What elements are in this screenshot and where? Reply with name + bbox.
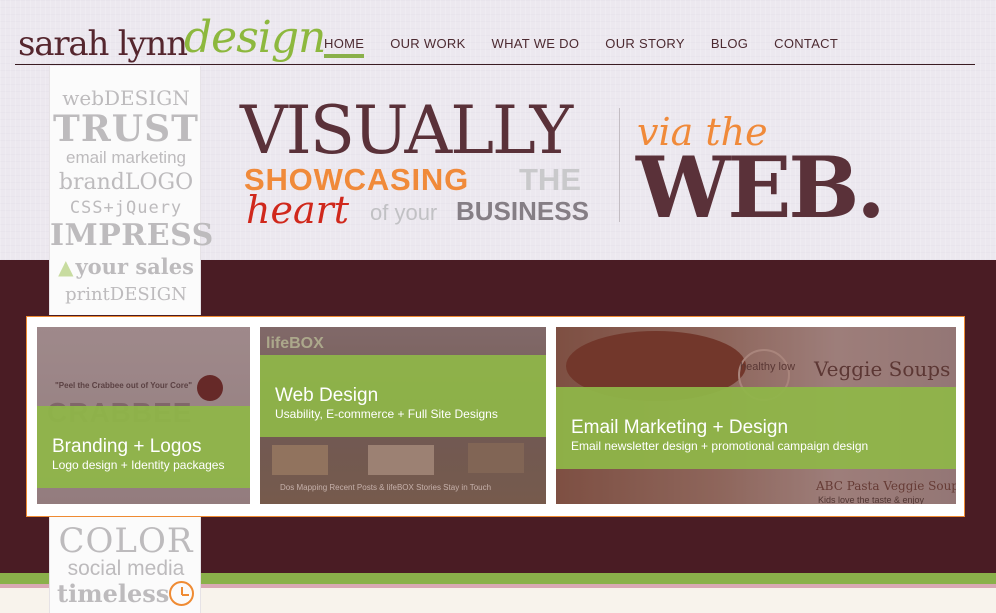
card-title: Email Marketing + Design — [571, 417, 789, 438]
tag-cloud-bottom: COLOR social media timeless — [49, 517, 201, 613]
hero-headline: VISUALLY SHOWCASING THE heart of your BU… — [240, 98, 890, 238]
hero-the: THE — [519, 162, 581, 197]
card-banner: Branding + Logos Logo design + Identity … — [37, 406, 250, 488]
nav-home[interactable]: HOME — [324, 36, 365, 58]
tag-email-marketing: email marketing — [66, 148, 186, 167]
card-subtitle: Email newsletter design + promotional ca… — [571, 439, 869, 453]
clock-icon — [169, 581, 194, 606]
hero-business: BUSINESS — [456, 196, 589, 226]
tag-cloud-top: webDESIGN TRUST email marketing brandLOG… — [49, 66, 214, 315]
nav-blog[interactable]: BLOG — [711, 36, 748, 51]
hero-heart: heart — [246, 188, 350, 232]
card-subtitle: Logo design + Identity packages — [52, 458, 225, 472]
card-title: Web Design — [275, 385, 379, 406]
services-panel: "Peel the Crabbee out of Your Core" CRAB… — [26, 316, 965, 517]
logo-script-text: design — [184, 12, 326, 63]
tag-web-design: webDESIGN — [62, 86, 190, 110]
up-arrow-icon: ▲ — [58, 255, 74, 279]
service-card-email-marketing[interactable]: healthy low Veggie Soups ABC Pasta Veggi… — [556, 327, 956, 504]
tag-your-sales-label: your sales — [75, 254, 194, 279]
nav-our-work[interactable]: OUR WORK — [390, 36, 465, 51]
nav-divider — [15, 64, 975, 65]
tag-your-sales: ▲your sales — [50, 254, 202, 279]
hero-divider — [619, 108, 620, 222]
card-banner: Email Marketing + Design Email newslette… — [556, 387, 956, 469]
tag-brand-logo: brandLOGO — [58, 170, 194, 195]
tag-color: COLOR — [58, 521, 194, 561]
tag-css-jquery: CSS+jQuery — [69, 198, 183, 218]
card-banner: Web Design Usability, E-commerce + Full … — [260, 355, 546, 437]
tag-print-design: printDESIGN — [65, 284, 187, 305]
service-card-branding[interactable]: "Peel the Crabbee out of Your Core" CRAB… — [37, 327, 250, 504]
service-card-web-design[interactable]: lifeBOX Dos Mapping Recent Posts & lifeB… — [260, 327, 546, 504]
tag-trust: TRUST — [53, 108, 199, 150]
card-title: Branding + Logos — [52, 436, 202, 457]
nav-our-story[interactable]: OUR STORY — [605, 36, 685, 51]
card-subtitle: Usability, E-commerce + Full Site Design… — [275, 407, 498, 421]
tag-social-media: social media — [67, 557, 185, 580]
hero-of-your: of your — [370, 200, 438, 225]
tag-impress: IMPRESS — [50, 218, 214, 253]
hero-visually: VISUALLY — [240, 92, 573, 169]
main-nav: HOME OUR WORK WHAT WE DO OUR STORY BLOG … — [324, 36, 864, 58]
nav-what-we-do[interactable]: WHAT WE DO — [492, 36, 580, 51]
logo-main-text: sarah lynn — [18, 24, 188, 64]
nav-contact[interactable]: CONTACT — [774, 36, 838, 51]
hero-web: WEB. — [636, 138, 886, 237]
